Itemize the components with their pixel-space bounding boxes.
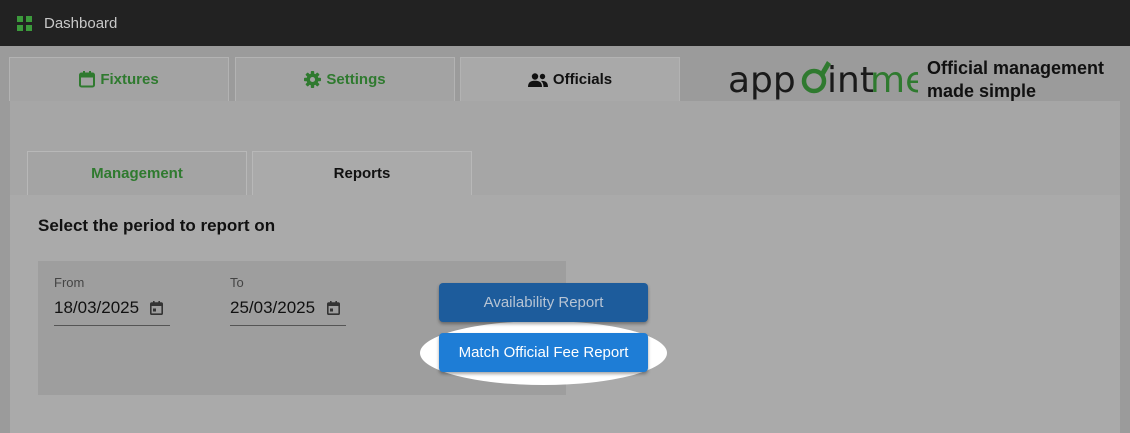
appointme-logo: app int me (728, 60, 918, 100)
to-date-underline (230, 325, 346, 326)
from-calendar-icon[interactable] (150, 301, 163, 315)
report-period-heading: Select the period to report on (38, 216, 276, 235)
svg-text:int: int (827, 60, 874, 100)
tab-settings[interactable]: Settings (235, 57, 455, 101)
to-label: To (230, 275, 244, 290)
brand-tagline: Official management made simple (927, 57, 1104, 103)
dashboard-title[interactable]: Dashboard (44, 15, 117, 32)
people-icon (527, 72, 548, 87)
tab-officials-label: Officials (552, 71, 613, 88)
subtab-management-label: Management (91, 165, 183, 182)
content-area: Fixtures Settings Officials app int me O… (0, 46, 1130, 433)
subtab-reports-label: Reports (333, 165, 391, 182)
availability-report-button[interactable]: Availability Report (439, 283, 648, 322)
tagline-line-1: Official management (927, 58, 1105, 78)
calendar-icon (79, 71, 96, 88)
subtab-reports[interactable]: Reports (252, 151, 472, 195)
gear-icon (304, 71, 322, 88)
subtab-management[interactable]: Management (27, 151, 247, 195)
tab-fixtures-label: Fixtures (100, 71, 159, 88)
to-calendar-icon[interactable] (327, 301, 340, 315)
svg-text:app: app (728, 60, 796, 100)
from-date-input[interactable]: 18/03/2025 (54, 298, 139, 318)
from-label: From (54, 275, 85, 290)
match-official-fee-report-button[interactable]: Match Official Fee Report (439, 333, 648, 372)
dashboard-grid-icon[interactable] (17, 16, 32, 31)
tagline-line-2: made simple (927, 81, 1037, 101)
tab-settings-label: Settings (326, 71, 386, 88)
tab-officials[interactable]: Officials (460, 57, 680, 101)
svg-text:me: me (870, 60, 918, 100)
tab-fixtures[interactable]: Fixtures (9, 57, 229, 101)
from-date-underline (54, 325, 170, 326)
to-date-input[interactable]: 25/03/2025 (230, 298, 315, 318)
top-bar: Dashboard (0, 0, 1130, 46)
